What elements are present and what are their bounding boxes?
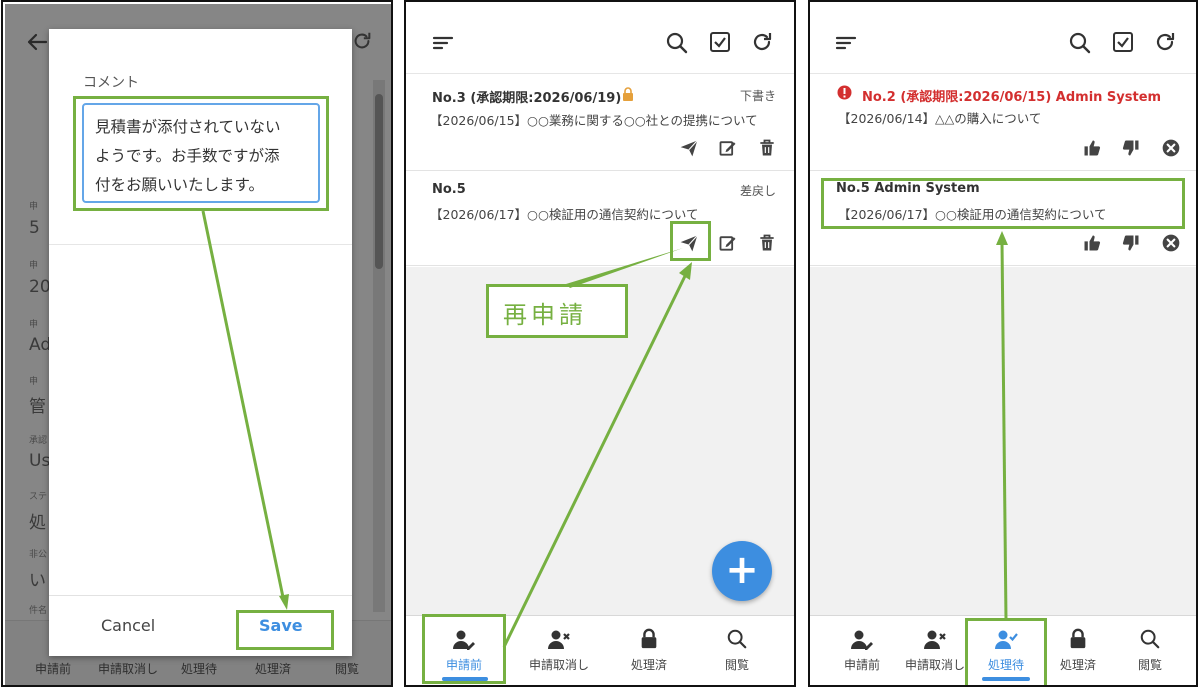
guide-arrow — [201, 210, 289, 610]
guide-arrow — [502, 248, 692, 648]
guide-arrow — [996, 231, 1008, 621]
approver-list-screen: No.2 (承認期限:2026/06/15) Admin System 【202… — [808, 0, 1198, 687]
applicant-list-screen: No.3 (承認期限:2026/06/19) 下書き 【2026/06/15】○… — [404, 0, 796, 687]
comment-dialog-screen: 申 5 申 20 申 Ad 申 管 承認 Us ステ 処 非公 い 件名 申請前… — [1, 0, 393, 687]
